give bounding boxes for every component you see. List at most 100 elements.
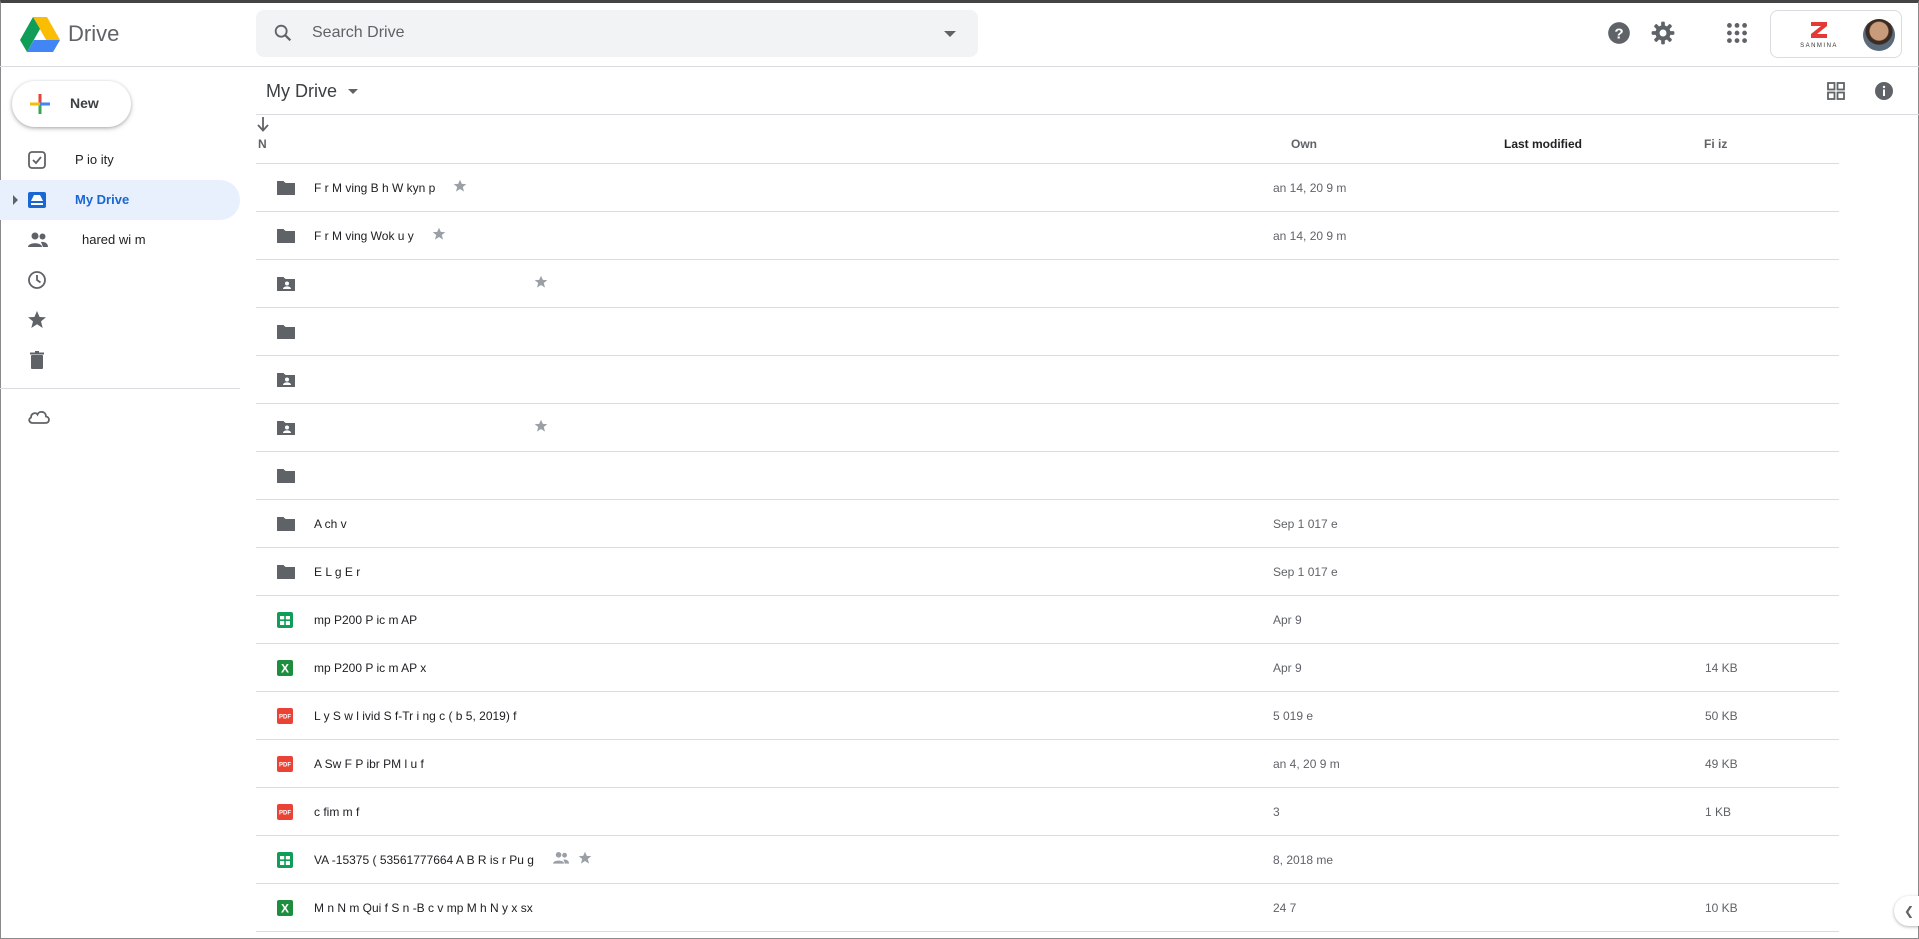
- sort-descending-arrow-icon[interactable]: [256, 116, 270, 132]
- shared-folder-icon: [276, 419, 296, 437]
- file-modified-date: Apr 9: [1273, 661, 1302, 675]
- account-switcher[interactable]: SANMINA: [1770, 10, 1902, 58]
- sidebar-item-shared-with-me[interactable]: hared wi m: [0, 220, 240, 260]
- recent-clock-icon: [28, 271, 46, 289]
- file-row[interactable]: PDF c fim m f 3 1 KB: [256, 788, 1839, 836]
- new-button[interactable]: New: [12, 81, 131, 127]
- file-size: 50 KB: [1705, 709, 1738, 723]
- file-name: VA -15375 ( 53561777664 A B R is r Pu g: [314, 853, 534, 867]
- file-modified-date: Apr 9: [1273, 613, 1302, 627]
- breadcrumb-menu-caret-icon[interactable]: [348, 89, 358, 94]
- file-row[interactable]: mp P200 P ic m AP Apr 9: [256, 596, 1839, 644]
- file-row[interactable]: X M n N m Qui f S n -B c v mp M h N y x s…: [256, 884, 1839, 932]
- chevron-left-icon: ❮: [1904, 904, 1915, 918]
- file-row[interactable]: F r M ving Wok u y an 14, 20 9 m: [256, 212, 1839, 260]
- file-row[interactable]: VA -15375 ( 53561777664 A B R is r Pu g 8…: [256, 836, 1839, 884]
- main-toolbar: My Drive: [256, 68, 1919, 115]
- sidebar-item-storage[interactable]: [0, 397, 240, 437]
- org-logo: SANMINA: [1800, 22, 1838, 49]
- svg-text:PDF: PDF: [279, 763, 291, 769]
- avatar[interactable]: [1863, 19, 1895, 51]
- svg-text:X: X: [281, 902, 289, 916]
- file-modified-date: an 14, 20 9 m: [1273, 229, 1347, 243]
- search-bar[interactable]: Search Drive: [256, 10, 978, 57]
- drive-logo-icon[interactable]: [20, 17, 60, 52]
- svg-text:X: X: [281, 662, 289, 676]
- sidebar-item-priority[interactable]: P io ity: [0, 140, 240, 180]
- info-icon[interactable]: [1874, 81, 1894, 101]
- svg-text:PDF: PDF: [279, 715, 291, 721]
- file-row[interactable]: PDF L y S w l ivid S f-Tr i ng c ( b 5, 2…: [256, 692, 1839, 740]
- folder-icon: [276, 179, 296, 197]
- priority-check-icon: [28, 151, 46, 169]
- file-list-header: N Own Last modified Fi iz: [256, 116, 1839, 164]
- file-modified-date: 8, 2018 me: [1273, 853, 1334, 867]
- excel-file-icon: X: [276, 899, 296, 917]
- column-owner-header[interactable]: Own: [1291, 137, 1317, 151]
- breadcrumb[interactable]: My Drive: [266, 81, 337, 102]
- sidebar-item-recent[interactable]: [0, 260, 240, 300]
- expand-arrow-icon[interactable]: [13, 195, 18, 205]
- search-options-caret-icon[interactable]: [944, 31, 956, 37]
- sidebar-item-label: P io ity: [75, 152, 114, 167]
- folder-icon: [276, 563, 296, 581]
- pdf-file-icon: PDF: [276, 755, 296, 773]
- file-name: A Sw F P ibr PM l u f: [314, 757, 424, 771]
- file-row[interactable]: [256, 308, 1839, 356]
- column-last-modified-header[interactable]: Last modified: [1504, 137, 1582, 151]
- sidebar-item-label: My Drive: [75, 192, 130, 207]
- pdf-file-icon: PDF: [276, 707, 296, 725]
- file-name: L y S w l ivid S f-Tr i ng c ( b 5, 2019…: [314, 709, 517, 723]
- search-icon[interactable]: [272, 22, 294, 44]
- file-row[interactable]: [256, 452, 1839, 500]
- file-modified-date: an 14, 20 9 m: [1273, 181, 1347, 195]
- grid-view-icon[interactable]: [1826, 81, 1846, 101]
- file-name: M n N m Qui f S n -B c v mp M h N y x sx: [314, 901, 533, 915]
- help-icon[interactable]: ?: [1606, 20, 1632, 46]
- file-size: 49 KB: [1705, 757, 1738, 771]
- file-size: 10 KB: [1705, 901, 1738, 915]
- file-row[interactable]: F r M ving B h W kyn p an 14, 20 9 m: [256, 164, 1839, 212]
- shared-folder-icon: [276, 371, 296, 389]
- folder-icon: [276, 227, 296, 245]
- file-list: F r M ving B h W kyn p an 14, 20 9 mF r M…: [256, 164, 1839, 932]
- search-input[interactable]: Search Drive: [312, 24, 404, 42]
- app-name[interactable]: Drive: [68, 21, 119, 47]
- sidebar-item-starred[interactable]: [0, 300, 240, 340]
- shared-people-icon: [28, 232, 48, 247]
- column-name-header[interactable]: N: [258, 137, 267, 151]
- sidebar-divider: [0, 388, 240, 389]
- sidebar-item-trash[interactable]: [0, 340, 240, 380]
- apps-grid-icon[interactable]: [1724, 20, 1750, 46]
- starred-icon: [534, 419, 548, 438]
- column-file-size-header[interactable]: Fi iz: [1704, 137, 1727, 151]
- file-row[interactable]: [256, 260, 1839, 308]
- shared-folder-icon: [276, 275, 296, 293]
- folder-icon: [276, 467, 296, 485]
- file-size: 14 KB: [1705, 661, 1738, 675]
- folder-icon: [276, 323, 296, 341]
- sidebar-item-my-drive[interactable]: My Drive: [0, 180, 240, 220]
- file-row[interactable]: PDF A Sw F P ibr PM l u f an 4, 20 9 m 49 K…: [256, 740, 1839, 788]
- storage-cloud-icon: [28, 411, 50, 424]
- file-row[interactable]: [256, 404, 1839, 452]
- starred-icon: [578, 851, 592, 870]
- file-row[interactable]: Xmp P200 P ic m AP x Apr 9 14 KB: [256, 644, 1839, 692]
- file-modified-date: 3: [1273, 805, 1280, 819]
- file-row[interactable]: [256, 356, 1839, 404]
- starred-icon: [28, 311, 46, 328]
- file-name: F r M ving Wok u y: [314, 229, 414, 243]
- file-size: 1 KB: [1705, 805, 1732, 819]
- starred-icon: [534, 275, 548, 294]
- trash-icon: [30, 351, 44, 369]
- plus-icon: [30, 94, 50, 114]
- file-row[interactable]: E L g E r Sep 1 017 e: [256, 548, 1839, 596]
- org-logo-text: SANMINA: [1800, 43, 1838, 49]
- starred-icon: [453, 179, 467, 198]
- settings-icon[interactable]: [1650, 20, 1676, 46]
- file-row[interactable]: A ch v Sep 1 017 e: [256, 500, 1839, 548]
- file-modified-date: an 4, 20 9 m: [1273, 757, 1340, 771]
- excel-file-icon: X: [276, 659, 296, 677]
- file-name: A ch v: [314, 517, 347, 531]
- side-panel-toggle-button[interactable]: ❮: [1894, 896, 1919, 926]
